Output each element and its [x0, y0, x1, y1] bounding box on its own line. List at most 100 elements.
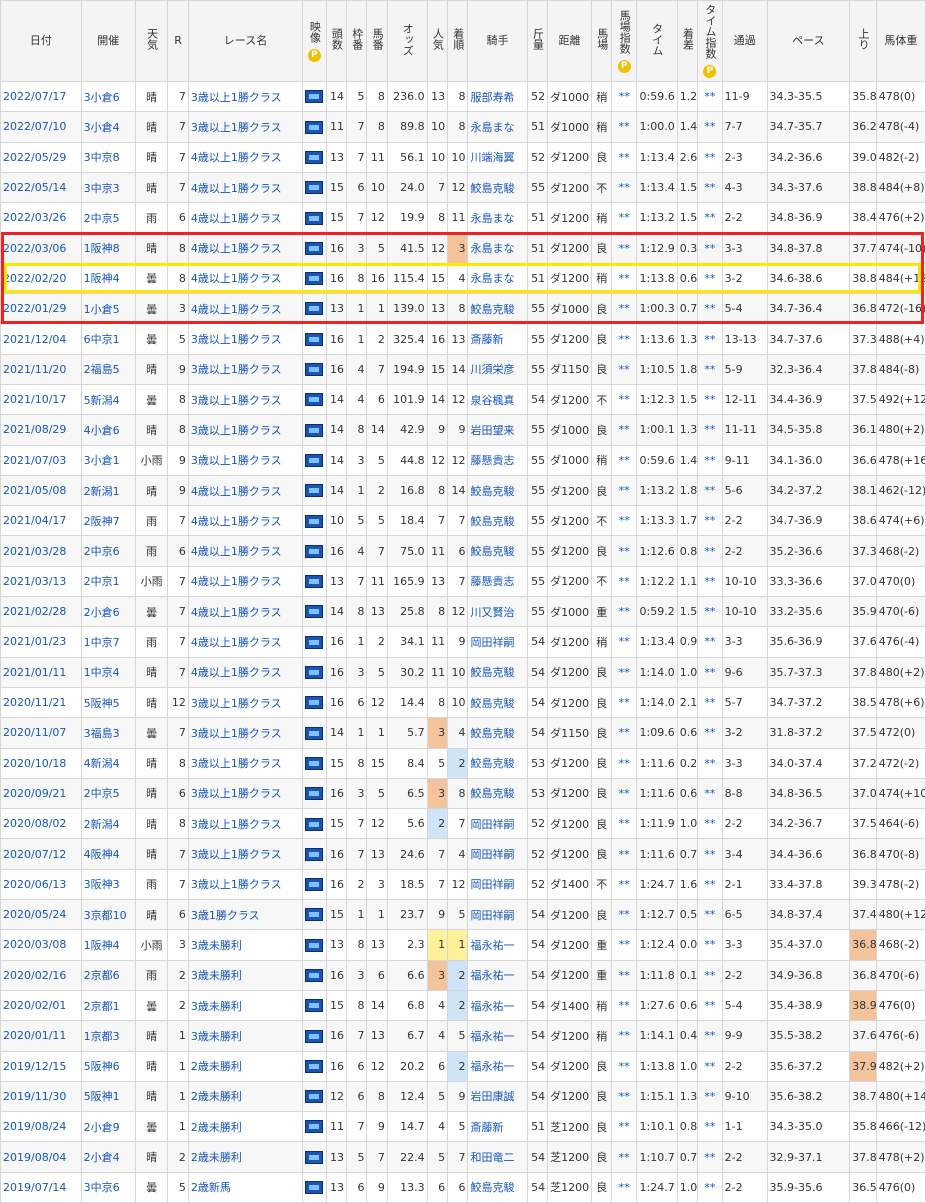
- cell-col-19[interactable]: **: [697, 1141, 723, 1173]
- cell-col-1[interactable]: 1阪神8: [80, 232, 136, 264]
- cell-col-4[interactable]: 4歳以上1勝クラス: [187, 293, 304, 325]
- cell-col-16[interactable]: **: [611, 171, 637, 204]
- cell-col-4[interactable]: 3歳以上1勝クラス: [187, 414, 304, 446]
- video-play-icon[interactable]: [305, 635, 324, 649]
- col-header-16[interactable]: 馬場指数 P: [611, 0, 637, 82]
- cell-col-16[interactable]: **: [611, 777, 637, 810]
- cell-col-19[interactable]: **: [697, 474, 723, 507]
- col-header-6[interactable]: 頭数: [325, 0, 348, 82]
- cell-col-19[interactable]: **: [697, 262, 723, 295]
- cell-col-0[interactable]: 2022/03/06: [0, 232, 82, 264]
- cell-col-19[interactable]: **: [697, 686, 723, 719]
- cell-col-1[interactable]: 2小倉4: [80, 1141, 136, 1173]
- cell-col-4[interactable]: 2歳未勝利: [187, 1050, 304, 1082]
- video-cell[interactable]: [302, 989, 327, 1022]
- cell-col-16[interactable]: **: [611, 686, 637, 719]
- video-play-icon[interactable]: [305, 363, 324, 377]
- cell-col-1[interactable]: 4小倉6: [80, 414, 136, 446]
- cell-col-19[interactable]: **: [697, 717, 723, 749]
- cell-col-12[interactable]: 鮫島克駿: [467, 777, 528, 810]
- cell-col-19[interactable]: **: [697, 353, 723, 385]
- cell-col-12[interactable]: 鮫島克駿: [467, 717, 528, 749]
- cell-col-16[interactable]: **: [611, 1111, 637, 1143]
- cell-col-4[interactable]: 4歳以上1勝クラス: [187, 474, 304, 507]
- cell-col-16[interactable]: **: [611, 626, 637, 658]
- cell-col-4[interactable]: 3歳以上1勝クラス: [187, 838, 304, 870]
- cell-col-12[interactable]: 鮫島克駿: [467, 747, 528, 779]
- cell-col-4[interactable]: 3歳未勝利: [187, 929, 304, 961]
- cell-col-4[interactable]: 2歳未勝利: [187, 1080, 304, 1113]
- cell-col-16[interactable]: **: [611, 596, 637, 628]
- video-play-icon[interactable]: [305, 908, 324, 922]
- video-cell[interactable]: [302, 262, 327, 295]
- video-play-icon[interactable]: [305, 423, 324, 437]
- cell-col-16[interactable]: **: [611, 505, 637, 537]
- video-play-icon[interactable]: [305, 605, 324, 619]
- cell-col-19[interactable]: **: [697, 777, 723, 810]
- cell-col-1[interactable]: 2京都6: [80, 959, 136, 991]
- cell-col-0[interactable]: 2022/02/20: [0, 262, 82, 295]
- cell-col-0[interactable]: 2022/07/17: [0, 80, 82, 113]
- cell-col-16[interactable]: **: [611, 323, 637, 355]
- col-header-23[interactable]: 馬体重: [875, 0, 926, 82]
- video-cell[interactable]: [302, 656, 327, 688]
- cell-col-16[interactable]: **: [611, 1050, 637, 1082]
- cell-col-1[interactable]: 2中京6: [80, 535, 136, 567]
- cell-col-0[interactable]: 2019/11/30: [0, 1080, 82, 1113]
- cell-col-16[interactable]: **: [611, 293, 637, 325]
- cell-col-4[interactable]: 4歳以上1勝クラス: [187, 202, 304, 234]
- cell-col-1[interactable]: 3阪神3: [80, 868, 136, 901]
- video-cell[interactable]: [302, 808, 327, 840]
- video-play-icon[interactable]: [305, 666, 324, 680]
- cell-col-1[interactable]: 4阪神4: [80, 838, 136, 870]
- cell-col-16[interactable]: **: [611, 1171, 637, 1203]
- cell-col-4[interactable]: 3歳以上1勝クラス: [187, 353, 304, 385]
- cell-col-19[interactable]: **: [697, 202, 723, 234]
- cell-col-16[interactable]: **: [611, 899, 637, 931]
- video-play-icon[interactable]: [305, 393, 324, 407]
- cell-col-0[interactable]: 2022/07/10: [0, 111, 82, 143]
- cell-col-19[interactable]: **: [697, 535, 723, 567]
- col-header-4[interactable]: レース名: [187, 0, 304, 82]
- video-cell[interactable]: [302, 202, 327, 234]
- cell-col-19[interactable]: **: [697, 383, 723, 416]
- cell-col-19[interactable]: **: [697, 626, 723, 658]
- cell-col-1[interactable]: 2新潟4: [80, 808, 136, 840]
- video-play-icon[interactable]: [305, 756, 324, 770]
- video-cell[interactable]: [302, 1141, 327, 1173]
- cell-col-1[interactable]: 3小倉4: [80, 111, 136, 143]
- cell-col-4[interactable]: 3歳以上1勝クラス: [187, 808, 304, 840]
- video-cell[interactable]: [302, 383, 327, 416]
- cell-col-1[interactable]: 3中京3: [80, 171, 136, 204]
- col-header-22[interactable]: 上り: [849, 0, 877, 82]
- video-cell[interactable]: [302, 293, 327, 325]
- cell-col-0[interactable]: 2021/08/29: [0, 414, 82, 446]
- video-cell[interactable]: [302, 141, 327, 173]
- cell-col-1[interactable]: 1小倉5: [80, 293, 136, 325]
- cell-col-12[interactable]: 藤懸貴志: [467, 444, 528, 476]
- cell-col-16[interactable]: **: [611, 808, 637, 840]
- cell-col-16[interactable]: **: [611, 141, 637, 173]
- col-header-13[interactable]: 斤量: [526, 0, 549, 82]
- video-play-icon[interactable]: [305, 726, 324, 740]
- cell-col-12[interactable]: 斎藤新: [467, 323, 528, 355]
- cell-col-16[interactable]: **: [611, 414, 637, 446]
- cell-col-16[interactable]: **: [611, 111, 637, 143]
- cell-col-0[interactable]: 2021/04/17: [0, 505, 82, 537]
- cell-col-19[interactable]: **: [697, 929, 723, 961]
- cell-col-0[interactable]: 2020/10/18: [0, 747, 82, 779]
- video-cell[interactable]: [302, 444, 327, 476]
- video-cell[interactable]: [302, 232, 327, 264]
- cell-col-12[interactable]: 服部寿希: [467, 80, 528, 113]
- cell-col-19[interactable]: **: [697, 141, 723, 173]
- cell-col-1[interactable]: 1中京7: [80, 626, 136, 658]
- cell-col-16[interactable]: **: [611, 474, 637, 507]
- cell-col-12[interactable]: 鮫島克駿: [467, 505, 528, 537]
- video-cell[interactable]: [302, 111, 327, 143]
- cell-col-19[interactable]: **: [697, 444, 723, 476]
- cell-col-19[interactable]: **: [697, 414, 723, 446]
- video-cell[interactable]: [302, 747, 327, 779]
- video-play-icon[interactable]: [305, 181, 324, 195]
- video-cell[interactable]: [302, 505, 327, 537]
- video-play-icon[interactable]: [305, 1090, 324, 1104]
